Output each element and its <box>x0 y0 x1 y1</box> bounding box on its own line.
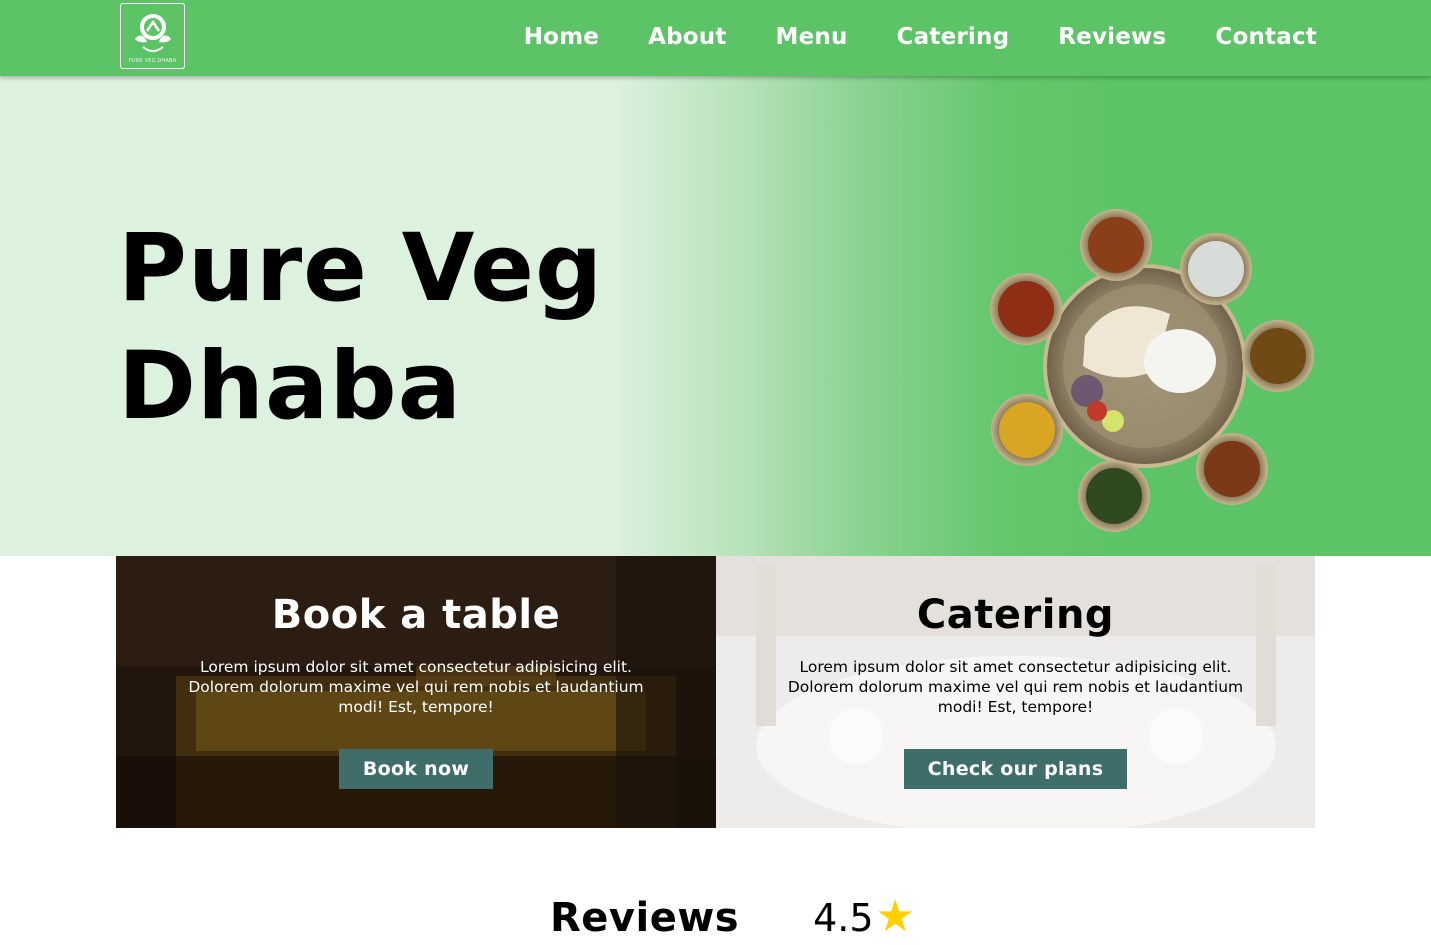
hero-section: Pure Veg Dhaba <box>0 76 1431 556</box>
reviews-heading: Reviews <box>550 895 740 941</box>
card-catering: Catering Lorem ipsum dolor sit amet cons… <box>716 556 1315 828</box>
card-description: Lorem ipsum dolor sit amet consectetur a… <box>787 658 1244 716</box>
nav-link-menu[interactable]: Menu <box>776 24 848 50</box>
card-title: Catering <box>916 592 1115 638</box>
logo-emblem-icon <box>134 13 171 52</box>
check-plans-button[interactable]: Check our plans <box>903 749 1128 789</box>
card-description: Lorem ipsum dolor sit amet consectetur a… <box>188 658 644 716</box>
card-title: Book a table <box>271 592 561 638</box>
nav-link-contact[interactable]: Contact <box>1215 24 1317 50</box>
nav-link-about[interactable]: About <box>648 24 726 50</box>
card-book-table: Book a table Lorem ipsum dolor sit amet … <box>116 556 716 828</box>
nav-links: Home About Menu Catering Reviews Contact <box>524 0 1317 74</box>
feature-cards: Book a table Lorem ipsum dolor sit amet … <box>116 556 1315 828</box>
hero-title-line2: Dhaba <box>118 332 463 441</box>
nav-link-reviews[interactable]: Reviews <box>1058 24 1166 50</box>
hero-title: Pure Veg Dhaba <box>118 210 638 446</box>
nav-link-home[interactable]: Home <box>524 24 599 50</box>
nav-link-catering[interactable]: Catering <box>897 24 1010 50</box>
rating-display: 4.5 ★ <box>813 890 915 945</box>
reviews-section: Reviews 4.5 ★ <box>550 890 970 945</box>
logo-text: PURE VEG DHABA <box>128 57 177 64</box>
book-now-button[interactable]: Book now <box>338 749 494 789</box>
star-icon: ★ <box>875 891 915 942</box>
logo[interactable]: PURE VEG DHABA <box>120 3 185 69</box>
navbar: PURE VEG DHABA Home About Menu Catering … <box>0 0 1431 76</box>
rating-value: 4.5 <box>813 896 874 940</box>
thali-plate-image <box>990 209 1314 532</box>
hero-title-line1: Pure Veg <box>118 214 604 323</box>
